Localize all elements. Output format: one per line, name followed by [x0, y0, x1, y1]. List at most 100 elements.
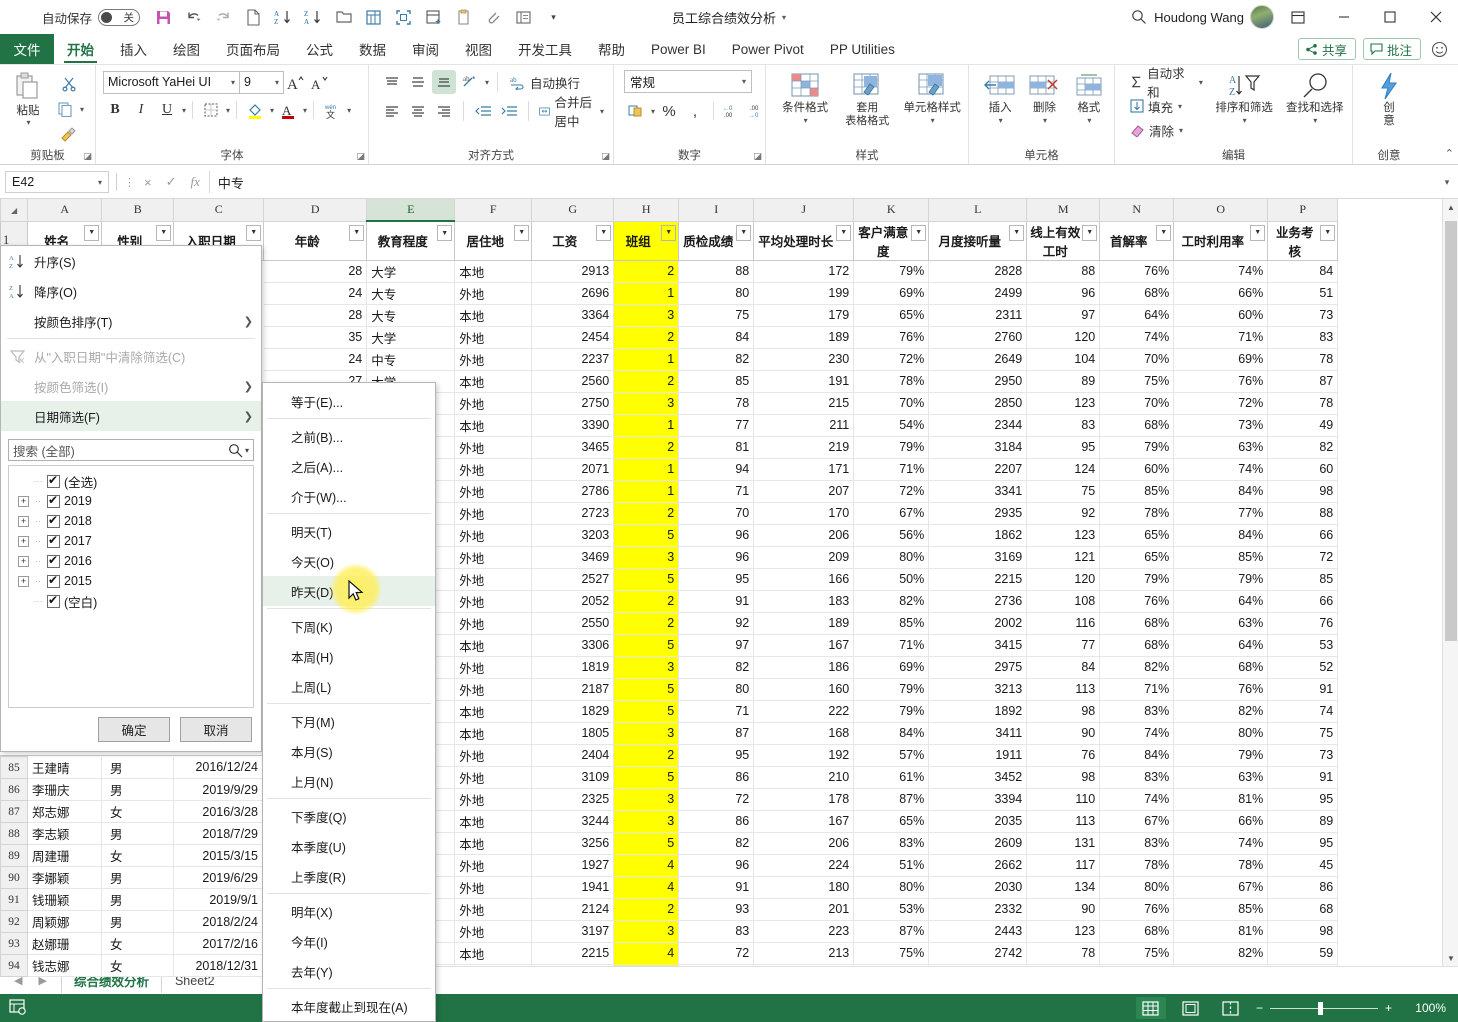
table-cell[interactable]: 73%: [1173, 414, 1269, 437]
table-cell[interactable]: 1: [613, 480, 680, 503]
cell-styles-button[interactable]: 单元格样式 ▾: [901, 70, 963, 125]
table-cell[interactable]: 81%: [1173, 788, 1269, 811]
table-cell[interactable]: 79%: [1099, 568, 1175, 591]
date-filter-option[interactable]: 之前(B)...: [263, 421, 435, 451]
orientation-chevron-down-icon[interactable]: ▾: [485, 78, 489, 87]
filter-item[interactable]: ··· (空白): [13, 591, 249, 611]
table-cell[interactable]: 167: [753, 810, 855, 833]
align-center-icon[interactable]: [406, 99, 430, 123]
table-cell[interactable]: 24: [263, 282, 368, 305]
table-cell[interactable]: 2: [613, 260, 680, 283]
table-cell-gender[interactable]: 男: [101, 822, 174, 845]
alignment-dialog-launcher[interactable]: ◪: [601, 151, 610, 162]
table-cell[interactable]: 85%: [1099, 480, 1175, 503]
title-dropdown-icon[interactable]: ▾: [782, 13, 786, 22]
table-cell[interactable]: 1: [613, 348, 680, 371]
table-cell[interactable]: 2975: [928, 656, 1028, 679]
page-layout-view-icon[interactable]: [1176, 997, 1206, 1019]
table-cell[interactable]: 110: [1026, 788, 1101, 811]
table-cell[interactable]: 2404: [531, 744, 615, 767]
table-cell[interactable]: 2750: [531, 392, 615, 415]
table-cell[interactable]: 70%: [1099, 392, 1175, 415]
table-cell[interactable]: 3306: [531, 634, 615, 657]
table-cell[interactable]: 28: [263, 260, 368, 283]
table-cell[interactable]: 121: [1026, 546, 1101, 569]
table-cell[interactable]: 92: [678, 612, 755, 635]
table-cell[interactable]: 223: [753, 920, 855, 943]
table-cell[interactable]: 86: [678, 766, 755, 789]
table-cell[interactable]: 78: [1267, 348, 1339, 371]
table-cell[interactable]: 82: [678, 348, 755, 371]
column-header-L[interactable]: L: [928, 199, 1028, 222]
scroll-up-icon[interactable]: ▲: [1443, 199, 1458, 215]
expand-icon[interactable]: +: [18, 555, 29, 567]
expand-icon[interactable]: +: [18, 515, 29, 527]
name-box[interactable]: E42 ▾: [5, 171, 109, 193]
fill-color-icon[interactable]: [243, 98, 267, 122]
name-box-chevron-down-icon[interactable]: ▾: [98, 178, 102, 187]
table-cell[interactable]: 2052: [531, 590, 615, 613]
table-cell[interactable]: 5: [613, 832, 680, 855]
tab-formulas[interactable]: 公式: [293, 34, 346, 64]
table-cell[interactable]: 66%: [1173, 282, 1269, 305]
form-icon[interactable]: [510, 4, 537, 30]
comma-style-icon[interactable]: ,: [683, 99, 707, 123]
date-filter-option[interactable]: 等于(E)...: [263, 386, 435, 416]
table-cell-gender[interactable]: 男: [101, 756, 174, 779]
table-cell[interactable]: 83: [1026, 414, 1101, 437]
table-cell[interactable]: 3244: [531, 810, 615, 833]
table-cell[interactable]: 2550: [531, 612, 615, 635]
table-cell[interactable]: 51: [1267, 282, 1339, 305]
table-cell[interactable]: 2325: [531, 788, 615, 811]
table-cell[interactable]: 120: [1026, 326, 1101, 349]
table-cell[interactable]: 91: [1267, 678, 1339, 701]
table-cell[interactable]: 124: [1026, 458, 1101, 481]
table-cell[interactable]: 4: [613, 876, 680, 899]
checkbox[interactable]: [47, 493, 60, 508]
table-cell[interactable]: 84%: [1099, 744, 1175, 767]
sort-desc-icon[interactable]: ZA: [300, 4, 327, 30]
table-header-cell[interactable]: 工资 ▼: [531, 220, 615, 261]
table-cell[interactable]: 68%: [1099, 634, 1175, 657]
number-format-select[interactable]: 常规 ▾: [624, 70, 752, 93]
date-filter-option[interactable]: 下周(K): [263, 611, 435, 641]
table-cell[interactable]: 85: [678, 370, 755, 393]
table-cell[interactable]: 77: [1026, 634, 1101, 657]
table-cell[interactable]: 87: [1267, 370, 1339, 393]
table-cell[interactable]: 96: [1026, 282, 1101, 305]
table-header-cell[interactable]: 平均处理时长 ▼: [753, 220, 855, 261]
table-cell[interactable]: 外地: [454, 612, 533, 635]
table-cell[interactable]: 57%: [853, 744, 930, 767]
table-cell[interactable]: 本地: [454, 722, 533, 745]
table-cell[interactable]: 87%: [853, 920, 930, 943]
table-cell[interactable]: 大学: [366, 260, 456, 283]
table-cell[interactable]: 68%: [1099, 920, 1175, 943]
table-cell[interactable]: 2: [613, 898, 680, 921]
column-header-P[interactable]: P: [1267, 199, 1339, 222]
table-cell[interactable]: 74: [1267, 700, 1339, 723]
table-cell[interactable]: 2913: [531, 260, 615, 283]
column-header-G[interactable]: G: [531, 199, 615, 222]
filter-clear[interactable]: 从"入职日期"中清除筛选(C): [1, 341, 261, 371]
column-header-M[interactable]: M: [1026, 199, 1101, 222]
expand-formula-bar-icon[interactable]: ▾: [1436, 177, 1458, 188]
table-cell[interactable]: 外地: [454, 458, 533, 481]
filter-ok-button[interactable]: 确定: [98, 717, 170, 742]
table-cell[interactable]: 80%: [853, 546, 930, 569]
filter-new-icon[interactable]: [420, 4, 447, 30]
table-cell[interactable]: 79%: [1173, 568, 1269, 591]
table-cell[interactable]: 91: [678, 876, 755, 899]
enter-icon[interactable]: ✓: [166, 174, 177, 190]
merge-chevron-down-icon[interactable]: ▾: [600, 107, 604, 116]
row-header[interactable]: 93: [0, 932, 28, 955]
table-cell[interactable]: 69%: [853, 282, 930, 305]
table-cell[interactable]: 98: [1026, 700, 1101, 723]
table-cell[interactable]: 67%: [1173, 876, 1269, 899]
table-cell[interactable]: 83%: [1099, 766, 1175, 789]
table-cell[interactable]: 71%: [853, 634, 930, 657]
table-cell[interactable]: 60%: [1173, 304, 1269, 327]
table-cell[interactable]: 206: [753, 832, 855, 855]
filter-button-icon[interactable]: ▼: [1082, 224, 1098, 241]
cancel-icon[interactable]: ×: [144, 175, 152, 190]
font-color-icon[interactable]: A: [276, 98, 300, 122]
